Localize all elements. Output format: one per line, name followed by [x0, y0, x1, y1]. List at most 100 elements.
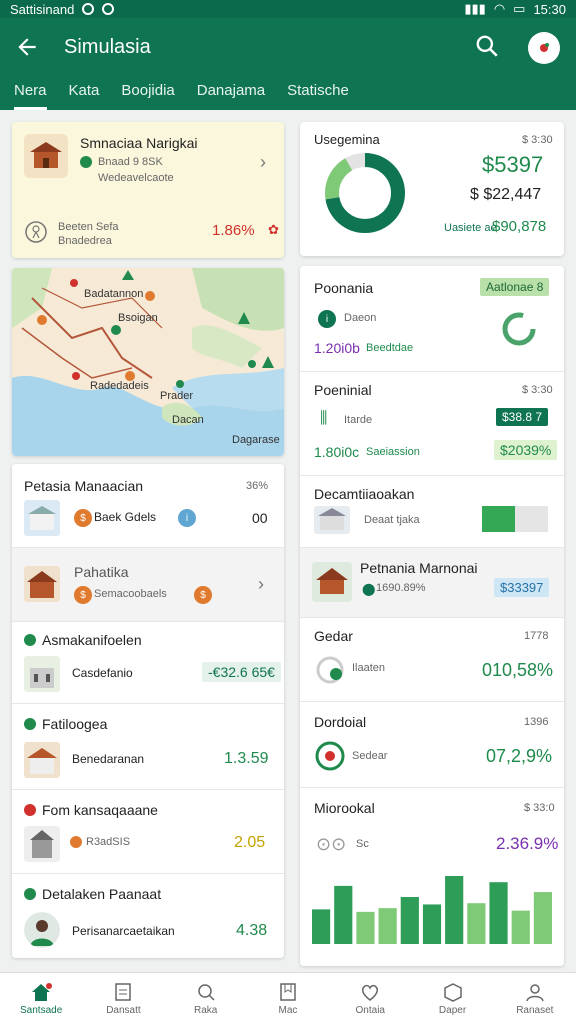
green-dot-icon	[24, 888, 36, 900]
green-dot-icon	[24, 634, 36, 646]
metric-2-progress-fill	[482, 506, 515, 532]
cottage-thumbnail	[24, 742, 60, 778]
metric-dordoial[interactable]: Dordoial 1396 Sedear 07,2,9%	[300, 702, 564, 788]
list-row-2-value-chip: -€32.6 65€	[202, 662, 281, 682]
metric-3-chip: $33397	[494, 578, 550, 597]
list-row-5-value: 4.38	[236, 922, 268, 939]
metric-0-value-label: Beedtdae	[366, 342, 414, 354]
nav-daper-label: Daper	[438, 1004, 467, 1016]
list-row-pahatika[interactable]: Pahatika $ Semacoobaels $ ›	[12, 548, 284, 622]
summary-foot-value: $90,878	[492, 218, 547, 235]
page-title: Simulasia	[64, 36, 151, 58]
signal-icon: ▮▮▮	[464, 1, 486, 16]
nav-home[interactable]: Santsade	[0, 973, 82, 1024]
list-row-4-value: 2.05	[234, 834, 266, 851]
palace-thumbnail	[24, 656, 60, 692]
nav-ontaia-label: Ontaia	[355, 1004, 385, 1016]
summary-big-value: $5397	[482, 152, 544, 177]
list-row-fatiloogea[interactable]: Fatiloogea Benedaranan 1.3.59	[12, 704, 284, 790]
map-label-3: Radedadeis	[90, 380, 149, 392]
nav-daper[interactable]: Daper	[411, 973, 493, 1024]
search-icon[interactable]	[474, 33, 500, 59]
featured-meta-2: Wedeavelcaote	[98, 172, 174, 184]
person-avatar	[24, 912, 60, 948]
temple-thumbnail	[24, 134, 68, 178]
rose-icon	[540, 43, 549, 52]
clock: 15:30	[533, 1, 566, 17]
tab-nera[interactable]: Nera	[14, 78, 47, 110]
bar-chart	[312, 876, 552, 944]
chart-bar	[378, 908, 397, 944]
orange-badge-icon: $	[74, 586, 92, 604]
bottom-navigation: Santsade Dansatt Raka Mac Ontaia Daper R…	[0, 972, 576, 1024]
tab-statische[interactable]: Statische	[287, 78, 349, 110]
list-row-asmakanifoelen[interactable]: Asmakanifoelen Casdefanio -€32.6 65€	[12, 622, 284, 704]
metric-0-badge: Aatlonae 8	[480, 278, 550, 296]
tab-danajama[interactable]: Danajama	[197, 78, 265, 110]
profile-avatar-button[interactable]	[528, 32, 560, 64]
featured-foot-2: Bnadedrea	[58, 235, 112, 247]
list-row-3-value: 1.3.59	[224, 750, 269, 767]
metric-1-corner: $ 3:30	[522, 384, 553, 396]
wifi-icon: ◠	[493, 1, 506, 16]
battery-icon: ▭	[513, 1, 526, 16]
donut-chart	[325, 153, 405, 233]
cube-icon	[443, 982, 462, 1002]
list-row-0-value: 00	[252, 510, 268, 526]
tab-kata[interactable]: Kata	[69, 78, 100, 110]
list-row-1-sub: Semacoobaels	[94, 588, 167, 600]
back-arrow-icon[interactable]	[14, 34, 40, 60]
nav-raka[interactable]: Raka	[165, 973, 247, 1024]
metric-2-title: Decamtiiaoakan	[314, 486, 415, 502]
list-row-1-title: Pahatika	[74, 564, 129, 580]
metric-1-chip2: $2039%	[494, 440, 558, 460]
region-map[interactable]	[12, 268, 284, 456]
map-label-1: Badatannon	[84, 288, 144, 300]
nav-ontaia[interactable]: Ontaia	[329, 973, 411, 1024]
list-row-detalaken-paanaat[interactable]: Detalaken Paanaat Perisanarcaetaikan 4.3…	[12, 874, 284, 958]
metric-1-value: 1.80i0c	[314, 444, 360, 460]
green-dot-icon	[24, 718, 36, 730]
featured-foot-1: Beeten Sefa	[58, 221, 119, 233]
map-label-6: Dagarase	[232, 434, 280, 446]
sync-icon	[82, 3, 95, 15]
blue-badge-icon: i	[178, 509, 196, 527]
list-row-3-title: Fatiloogea	[42, 716, 108, 732]
metric-2-progress	[482, 506, 548, 532]
chart-bar	[467, 903, 486, 944]
orange-dot-icon: $	[194, 586, 212, 604]
building-thumbnail	[24, 500, 60, 536]
nav-mac[interactable]: Mac	[247, 973, 329, 1024]
metric-6-sub: Sc	[356, 838, 369, 850]
metric-petnania-marnonai[interactable]: Petnania Marnonai ⬤ 1690.89% $33397	[300, 548, 564, 618]
status-bar: Sattisinand ▮▮▮ ◠ ▭ 15:30	[0, 0, 576, 18]
nav-ranaset[interactable]: Ranaset	[494, 973, 576, 1024]
tab-boojidia[interactable]: Boojidia	[121, 78, 174, 110]
metric-1-value-label: Saeiassion	[366, 446, 420, 458]
manor-thumbnail	[312, 562, 352, 602]
pin-icon: ⬤	[362, 582, 376, 596]
chevron-right-icon[interactable]: ›	[258, 574, 264, 595]
app-bar: Simulasia Nera Kata Boojidia Danajama St…	[0, 18, 576, 110]
metric-5-sub: Sedear	[352, 750, 388, 762]
list-row-fom-kansaqaaane[interactable]: Fom kansaqaaane R3adSIS 2.05	[12, 790, 284, 874]
document-icon	[115, 982, 132, 1001]
metric-poeninial[interactable]: Poeninial $ 3:30 ⫼ Itarde $38.8 7 1.80i0…	[300, 372, 564, 476]
profile-icon	[526, 983, 544, 1001]
metric-miorookal[interactable]: Miorookal $ 33:0 ⊙⊙ Sc 2.36.9%	[300, 788, 564, 966]
red-dot-icon	[24, 804, 36, 816]
metric-poonania[interactable]: Poonania Aatlonae 8 i Daeon 1.20i0b Beed…	[300, 266, 564, 372]
house-thumbnail	[24, 566, 60, 602]
metric-decamtiiaoakan[interactable]: Decamtiiaoakan Deaat tjaka	[300, 476, 564, 548]
map-card[interactable]: Badatannon Bsoigan Radedadeis Prader Dac…	[12, 268, 284, 456]
nav-dansatt[interactable]: Dansatt	[82, 973, 164, 1024]
metric-0-sub: Daeon	[344, 312, 377, 324]
featured-card[interactable]: Smnaciaa Narigkai Bnaad 9 8SK Wedeavelca…	[12, 122, 284, 258]
metric-gedar[interactable]: Gedar 1778 Ilaaten 010,58%	[300, 618, 564, 702]
metrics-card: Poonania Aatlonae 8 i Daeon 1.20i0b Beed…	[300, 266, 564, 966]
chevron-right-icon[interactable]: ›	[260, 152, 266, 173]
list-row-2-sub: Casdefanio	[72, 666, 133, 680]
summary-card[interactable]: Usegemina $ 3:30 $5397 $ $22,447 Uasiete…	[300, 122, 564, 256]
bookmark-icon	[280, 982, 296, 1001]
summary-mid-value: $ $22,447	[470, 186, 542, 203]
